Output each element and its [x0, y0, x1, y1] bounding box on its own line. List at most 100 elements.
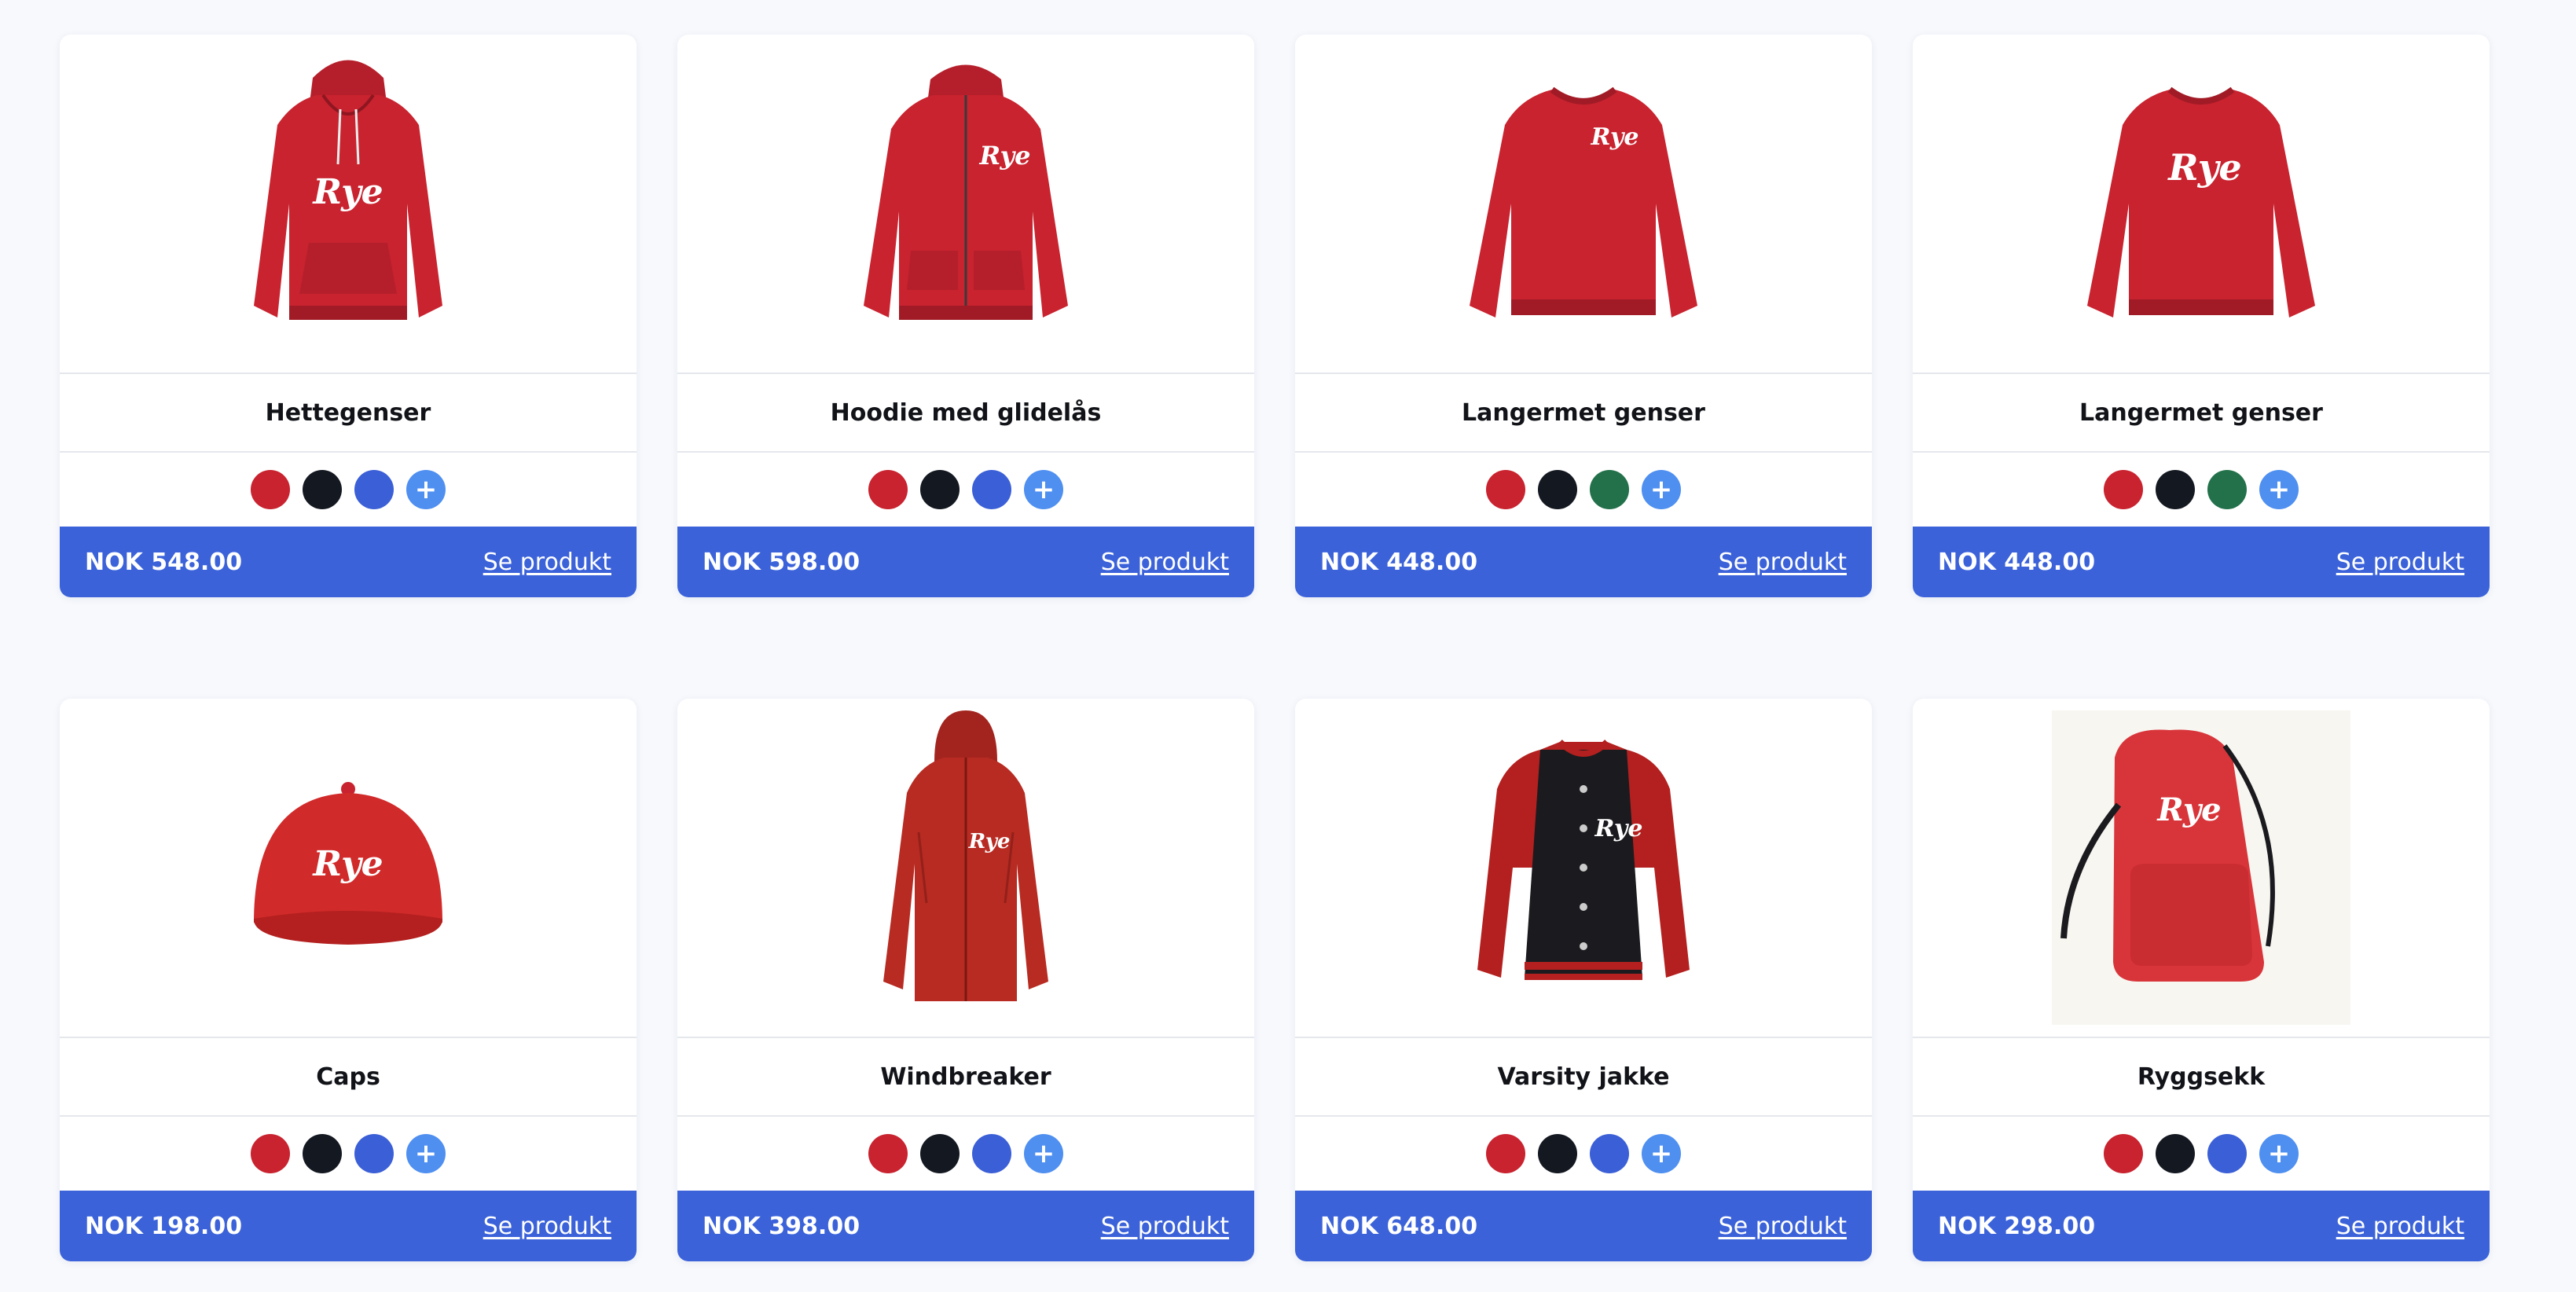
more-colors-button[interactable]: +	[406, 470, 446, 509]
sweater-image[interactable]: Rye	[2068, 46, 2335, 361]
backpack-image[interactable]: Rye	[2052, 710, 2350, 1025]
card-footer: NOK 398.00 Se produkt	[677, 1191, 1254, 1261]
product-price: NOK 198.00	[85, 1212, 243, 1240]
view-product-link[interactable]: Se produkt	[1719, 549, 1847, 576]
product-image-area[interactable]: Rye	[677, 699, 1254, 1038]
logo-text: Rye	[2167, 146, 2241, 189]
product-price: NOK 598.00	[703, 548, 861, 576]
more-colors-button[interactable]: +	[2259, 1134, 2299, 1173]
view-product-link[interactable]: Se produkt	[1101, 549, 1229, 576]
swatch-black[interactable]	[920, 470, 960, 509]
hoodie-image[interactable]: Rye	[230, 46, 466, 361]
swatch-black[interactable]	[2156, 470, 2195, 509]
color-swatches: +	[677, 453, 1254, 527]
product-price: NOK 448.00	[1938, 548, 2096, 576]
swatch-blue[interactable]	[2207, 1134, 2247, 1173]
product-title-row: Hettegenser	[60, 374, 637, 453]
swatch-blue[interactable]	[972, 470, 1011, 509]
logo-text: Rye	[1591, 123, 1639, 151]
view-product-link[interactable]: Se produkt	[2336, 1213, 2464, 1240]
color-swatches: +	[677, 1117, 1254, 1191]
product-image-area[interactable]: Rye	[677, 35, 1254, 374]
product-title-row: Hoodie med glidelås	[677, 374, 1254, 453]
swatch-black[interactable]	[303, 470, 342, 509]
product-title[interactable]: Caps	[316, 1063, 380, 1091]
card-footer: NOK 198.00 Se produkt	[60, 1191, 637, 1261]
product-title[interactable]: Langermet genser	[2079, 399, 2323, 427]
product-image-area[interactable]: Rye	[1295, 35, 1872, 374]
swatch-black[interactable]	[303, 1134, 342, 1173]
swatch-red[interactable]	[251, 470, 290, 509]
card-footer: NOK 298.00 Se produkt	[1913, 1191, 2490, 1261]
view-product-link[interactable]: Se produkt	[2336, 549, 2464, 576]
swatch-blue[interactable]	[1590, 1134, 1629, 1173]
product-card[interactable]: Rye Hoodie med glidelås + NOK 598.00 Se …	[677, 35, 1254, 597]
view-product-link[interactable]: Se produkt	[483, 549, 611, 576]
more-colors-button[interactable]: +	[1642, 1134, 1681, 1173]
windbreaker-image[interactable]: Rye	[872, 707, 1060, 1029]
swatch-blue[interactable]	[354, 1134, 394, 1173]
product-title-row: Langermet genser	[1295, 374, 1872, 453]
product-title[interactable]: Langermet genser	[1462, 399, 1705, 427]
swatch-blue[interactable]	[354, 470, 394, 509]
swatch-red[interactable]	[868, 1134, 908, 1173]
product-card[interactable]: Rye Ryggsekk + NOK 298.00 Se produkt	[1913, 699, 2490, 1261]
varsity-jacket-image[interactable]: Rye	[1466, 718, 1701, 1017]
product-title[interactable]: Varsity jakke	[1497, 1063, 1669, 1091]
zip-hoodie-image[interactable]: Rye	[840, 46, 1092, 361]
more-colors-button[interactable]: +	[2259, 470, 2299, 509]
swatch-black[interactable]	[1538, 470, 1577, 509]
swatch-blue[interactable]	[972, 1134, 1011, 1173]
product-image-area[interactable]: Rye	[1913, 699, 2490, 1038]
product-price: NOK 548.00	[85, 548, 243, 576]
logo-text: Rye	[2156, 791, 2221, 828]
product-title[interactable]: Hoodie med glidelås	[831, 399, 1102, 427]
swatch-black[interactable]	[920, 1134, 960, 1173]
card-footer: NOK 548.00 Se produkt	[60, 527, 637, 597]
swatch-red[interactable]	[251, 1134, 290, 1173]
swatch-green[interactable]	[2207, 470, 2247, 509]
swatch-red[interactable]	[868, 470, 908, 509]
logo-text: Rye	[311, 172, 383, 212]
swatch-black[interactable]	[1538, 1134, 1577, 1173]
product-title-row: Windbreaker	[677, 1038, 1254, 1117]
view-product-link[interactable]: Se produkt	[483, 1213, 611, 1240]
product-card[interactable]: Rye Windbreaker + NOK 398.00 Se produkt	[677, 699, 1254, 1261]
product-card[interactable]: Rye Varsity jakke + NOK 648.00 Se produk…	[1295, 699, 1872, 1261]
more-colors-button[interactable]: +	[406, 1134, 446, 1173]
swatch-black[interactable]	[2156, 1134, 2195, 1173]
sweater-image[interactable]: Rye	[1450, 46, 1717, 361]
more-colors-button[interactable]: +	[1642, 470, 1681, 509]
swatch-red[interactable]	[1486, 470, 1525, 509]
product-image-area[interactable]: Rye	[1295, 699, 1872, 1038]
swatch-red[interactable]	[1486, 1134, 1525, 1173]
view-product-link[interactable]: Se produkt	[1719, 1213, 1847, 1240]
product-image-area[interactable]: Rye	[60, 699, 637, 1038]
color-swatches: +	[60, 453, 637, 527]
swatch-green[interactable]	[1590, 470, 1629, 509]
product-title[interactable]: Hettegenser	[266, 399, 431, 427]
product-title-row: Ryggsekk	[1913, 1038, 2490, 1117]
logo-text: Rye	[311, 844, 383, 884]
swatch-red[interactable]	[2104, 1134, 2143, 1173]
view-product-link[interactable]: Se produkt	[1101, 1213, 1229, 1240]
more-colors-button[interactable]: +	[1024, 470, 1063, 509]
product-image-area[interactable]: Rye	[60, 35, 637, 374]
product-title-row: Varsity jakke	[1295, 1038, 1872, 1117]
product-title[interactable]: Windbreaker	[880, 1063, 1051, 1091]
product-card[interactable]: Rye Langermet genser + NOK 448.00 Se pro…	[1295, 35, 1872, 597]
more-colors-button[interactable]: +	[1024, 1134, 1063, 1173]
product-card[interactable]: Rye Langermet genser + NOK 448.00 Se pro…	[1913, 35, 2490, 597]
product-price: NOK 298.00	[1938, 1212, 2096, 1240]
swatch-red[interactable]	[2104, 470, 2143, 509]
product-card[interactable]: Rye Caps + NOK 198.00 Se produkt	[60, 699, 637, 1261]
card-footer: NOK 598.00 Se produkt	[677, 527, 1254, 597]
logo-text: Rye	[979, 141, 1031, 171]
card-footer: NOK 448.00 Se produkt	[1295, 527, 1872, 597]
product-grid: Rye Hettegenser + NOK 548.00 Se produkt	[0, 0, 2576, 1292]
product-card[interactable]: Rye Hettegenser + NOK 548.00 Se produkt	[60, 35, 637, 597]
color-swatches: +	[1913, 453, 2490, 527]
cap-image[interactable]: Rye	[238, 765, 458, 970]
product-title[interactable]: Ryggsekk	[2137, 1063, 2265, 1091]
product-image-area[interactable]: Rye	[1913, 35, 2490, 374]
